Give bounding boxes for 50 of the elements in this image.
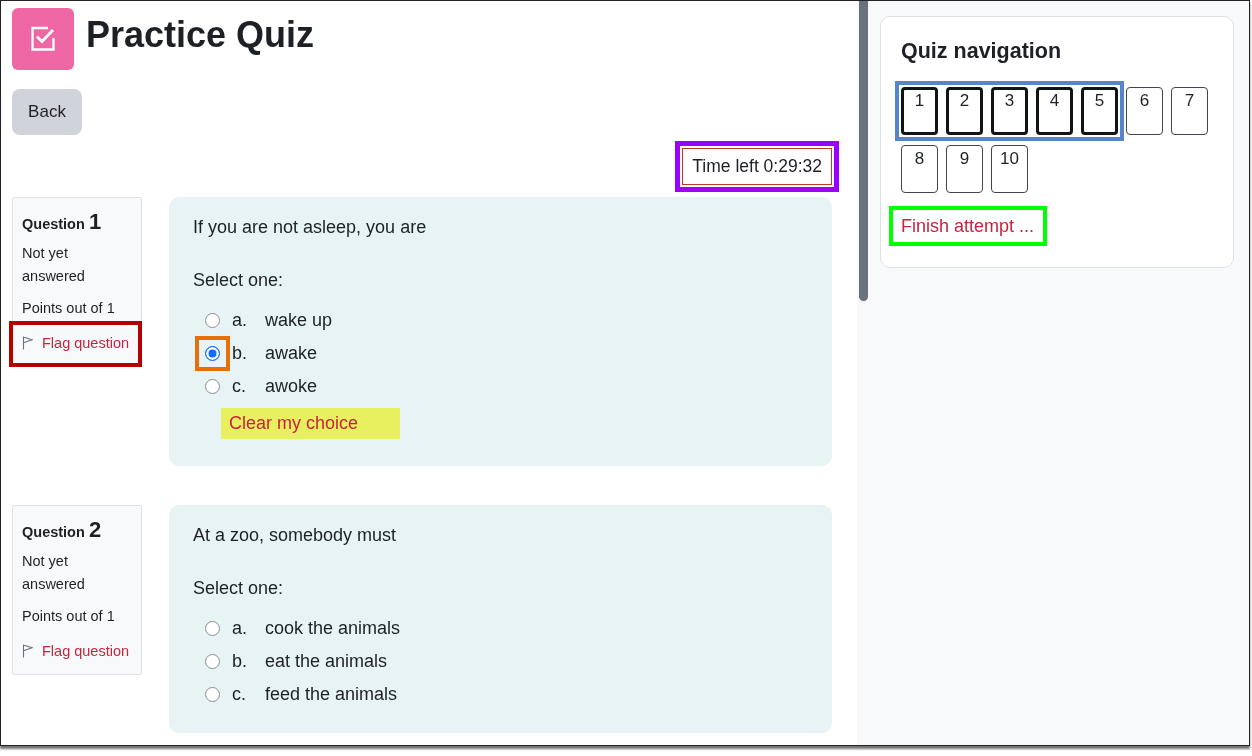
- flag-icon: [22, 644, 33, 658]
- question-heading: Question 2: [22, 518, 103, 544]
- radio-button[interactable]: [205, 345, 220, 361]
- question-nav-button[interactable]: 2: [946, 87, 983, 135]
- clear-choice-link[interactable]: Clear my choice: [229, 413, 359, 433]
- question-points: Points out of 1: [22, 607, 116, 626]
- option-letter: b.: [232, 650, 248, 672]
- quiz-navigation-title: Quiz navigation: [901, 38, 1063, 64]
- question-text: At a zoo, somebody must: [193, 524, 398, 547]
- question-status: Not yet answered: [22, 244, 86, 286]
- radio-button[interactable]: [205, 653, 220, 669]
- question-nav-button[interactable]: 10: [991, 145, 1028, 193]
- question-nav-button[interactable]: 9: [946, 145, 983, 193]
- question-nav-button[interactable]: 7: [1171, 87, 1208, 135]
- radio-button[interactable]: [205, 686, 220, 702]
- question-nav-button[interactable]: 8: [901, 145, 938, 193]
- question-nav-button[interactable]: 1: [901, 87, 938, 135]
- option-label[interactable]: cook the animals: [265, 617, 401, 639]
- question-nav-button[interactable]: 3: [991, 87, 1028, 135]
- radio-button[interactable]: [205, 378, 220, 394]
- answer-prompt: Select one:: [193, 269, 285, 292]
- question-heading: Question 1: [22, 210, 103, 236]
- question-nav-button[interactable]: 4: [1036, 87, 1073, 135]
- answer-prompt: Select one:: [193, 577, 285, 600]
- option-letter: c.: [232, 375, 247, 397]
- option-label[interactable]: wake up: [265, 309, 333, 331]
- flag-question-link[interactable]: Flag question: [22, 332, 130, 354]
- option-label[interactable]: awake: [265, 342, 318, 364]
- finish-attempt-link[interactable]: Finish attempt ...: [901, 216, 1035, 236]
- option-letter: a.: [232, 309, 248, 331]
- scrollbar-thumb[interactable]: [859, 1, 868, 301]
- flag-icon: [22, 336, 33, 350]
- question-status: Not yet answered: [22, 552, 86, 594]
- question-points: Points out of 1: [22, 299, 116, 318]
- flag-question-link[interactable]: Flag question: [22, 640, 130, 662]
- timer-display: Time left 0:29:32: [682, 148, 832, 185]
- option-label[interactable]: awoke: [265, 375, 318, 397]
- option-letter: b.: [232, 342, 248, 364]
- radio-button[interactable]: [205, 312, 220, 328]
- option-label[interactable]: eat the animals: [265, 650, 388, 672]
- question-nav-button[interactable]: 6: [1126, 87, 1163, 135]
- back-button[interactable]: Back: [12, 89, 82, 135]
- radio-button[interactable]: [205, 620, 220, 636]
- quiz-icon: [12, 8, 74, 70]
- question-nav-button[interactable]: 5: [1081, 87, 1118, 135]
- question-text: If you are not asleep, you are: [193, 216, 428, 239]
- option-letter: c.: [232, 683, 247, 705]
- page-title: Practice Quiz: [86, 13, 315, 56]
- option-letter: a.: [232, 617, 248, 639]
- option-label[interactable]: feed the animals: [265, 683, 398, 705]
